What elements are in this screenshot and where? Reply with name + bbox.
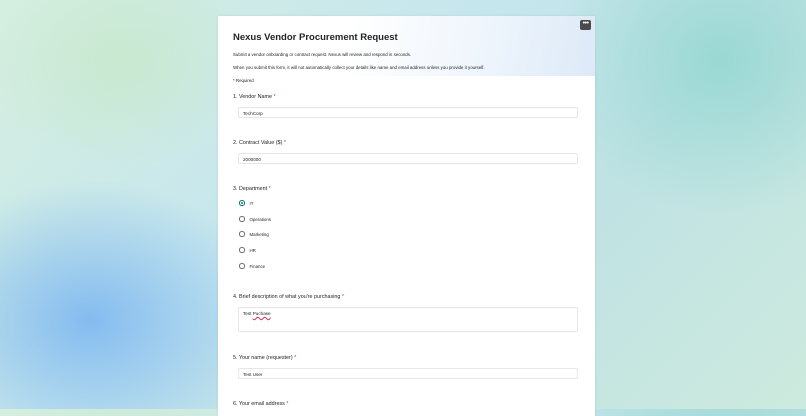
privacy-note: When you submit this form, it will not a…	[233, 65, 485, 70]
radio-unchecked-icon[interactable]	[239, 247, 245, 253]
question-3-label: 3. Department *	[233, 186, 271, 192]
question-1-text: 1. Vendor Name	[233, 94, 272, 100]
question-4-label: 4. Brief description of what you're purc…	[233, 294, 344, 300]
required-star: *	[341, 294, 345, 300]
contract-value-input[interactable]: 2000000	[238, 153, 578, 164]
radio-unchecked-icon[interactable]	[239, 263, 245, 269]
option-label: IT	[249, 200, 254, 206]
department-option-operations[interactable]: Operations	[239, 215, 271, 223]
form-description: Submit a vendor onboarding or contract r…	[233, 52, 412, 57]
department-option-finance[interactable]: Finance	[239, 262, 265, 270]
option-label: Operations	[249, 216, 271, 222]
required-star: *	[286, 401, 289, 407]
form-title: Nexus Vendor Procurement Request	[233, 32, 398, 43]
description-word: Test	[243, 311, 252, 316]
question-6-text: 6. Your email address	[233, 401, 285, 407]
required-note: * Required	[233, 78, 254, 83]
more-options-button[interactable]: •••	[580, 20, 591, 30]
vendor-name-input[interactable]: TechCorp	[238, 107, 578, 118]
question-5-text: 5. Your name (requester)	[233, 355, 293, 361]
required-star: *	[294, 355, 297, 361]
option-label: Marketing	[249, 231, 269, 237]
required-star: *	[273, 94, 276, 100]
radio-unchecked-icon[interactable]	[239, 216, 245, 222]
option-label: HR	[249, 247, 256, 253]
requester-name-input[interactable]: Test User	[238, 368, 578, 379]
department-option-it[interactable]: IT	[239, 199, 253, 207]
required-star: *	[268, 186, 271, 192]
question-3-text: 3. Department	[233, 186, 268, 192]
radio-unchecked-icon[interactable]	[239, 231, 245, 237]
question-2-text: 2. Contract Value ($)	[233, 140, 283, 146]
radio-checked-icon[interactable]	[239, 200, 245, 206]
department-option-hr[interactable]: HR	[239, 246, 256, 254]
question-4-text: 4. Brief description of what you're purc…	[233, 294, 341, 300]
description-textarea[interactable]: Test Puchase	[238, 307, 578, 332]
question-1-label: 1. Vendor Name *	[233, 94, 276, 100]
required-star: *	[283, 140, 286, 146]
department-option-marketing[interactable]: Marketing	[239, 230, 269, 238]
form-card: ••• Nexus Vendor Procurement Request Sub…	[218, 16, 595, 416]
question-5-label: 5. Your name (requester) *	[233, 355, 296, 361]
misspelled-word: Puchase	[252, 311, 271, 316]
question-6-label: 6. Your email address *	[233, 401, 288, 407]
option-label: Finance	[249, 263, 266, 269]
question-2-label: 2. Contract Value ($) *	[233, 140, 286, 146]
